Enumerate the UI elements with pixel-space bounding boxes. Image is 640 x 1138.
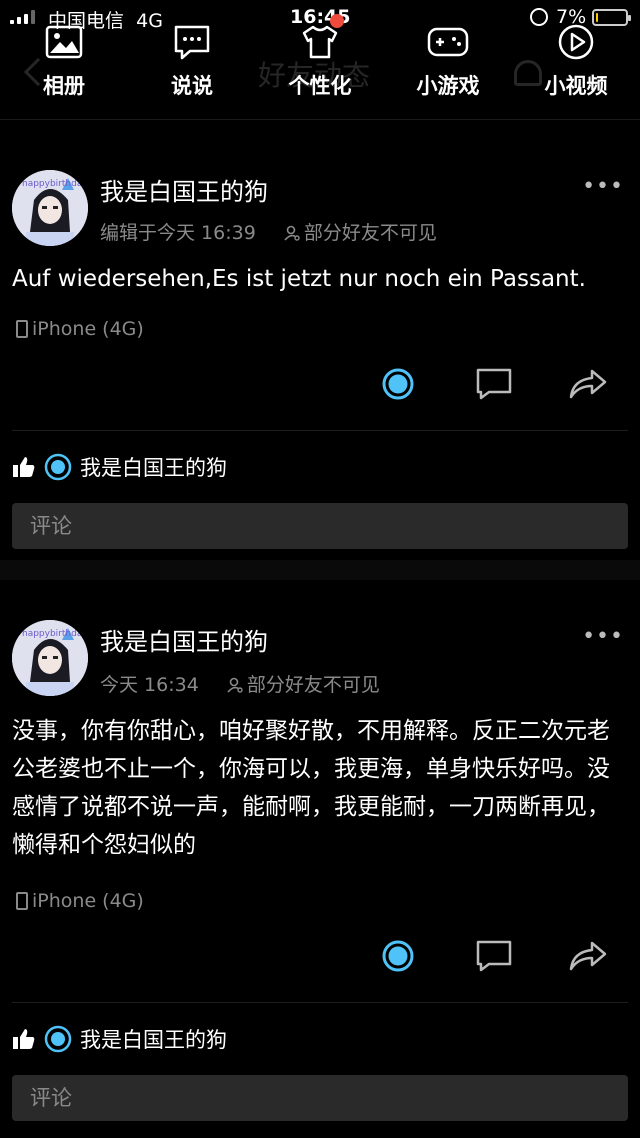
post-text: Auf wiedersehen,Es ist jetzt nur noch ei… — [12, 266, 586, 292]
privacy-user-icon — [227, 677, 243, 693]
post-time: 今天 16:34 — [100, 674, 199, 696]
device-label: iPhone (4G) — [32, 890, 144, 912]
privacy-label: 部分好友不可见 — [246, 674, 380, 696]
play-circle-icon — [558, 24, 594, 60]
device-label: iPhone (4G) — [32, 318, 144, 340]
more-options-icon[interactable]: ••• — [582, 624, 624, 649]
top-nav: 好友动态 相册 说说 个性化 小游戏 小视频 — [0, 0, 640, 120]
like-icon — [382, 368, 414, 400]
post-meta: 编辑于今天 16:39 部分好友不可见 — [100, 218, 437, 245]
nav-photo-album[interactable]: 相册 — [14, 22, 114, 100]
speech-bubble-icon — [174, 25, 210, 60]
privacy-label: 部分好友不可见 — [303, 222, 437, 244]
avatar-image: happybirthday — [12, 170, 88, 246]
post-device: iPhone (4G) — [16, 890, 144, 912]
privacy-indicator: 部分好友不可见 — [284, 222, 437, 244]
post-text: 没事，你有你甜心，咱好聚好散，不用解释。反正二次元老公老婆也不止一个，你海可以，… — [12, 718, 610, 858]
avatar-image: happybirthday — [12, 620, 88, 696]
thumbs-up-icon — [13, 457, 35, 477]
liker-avatar-icon — [44, 1025, 72, 1053]
comment-icon — [476, 940, 512, 972]
divider — [12, 430, 628, 431]
comment-button[interactable] — [474, 364, 514, 404]
comment-button[interactable] — [474, 936, 514, 976]
nav-shuoshuo[interactable]: 说说 — [142, 22, 242, 100]
notification-badge — [330, 14, 344, 28]
feed-separator — [0, 560, 640, 580]
divider — [12, 1002, 628, 1003]
liker-name[interactable]: 我是白国王的狗 — [80, 1024, 227, 1054]
share-icon — [569, 369, 607, 399]
like-icon — [382, 940, 414, 972]
share-button[interactable] — [568, 936, 608, 976]
comment-icon — [476, 368, 512, 400]
thumbs-up-icon — [13, 1029, 35, 1049]
share-button[interactable] — [568, 364, 608, 404]
nav-short-video[interactable]: 小视频 — [526, 22, 626, 100]
likes-row: 我是白国王的狗 — [12, 1024, 227, 1054]
post-author[interactable]: 我是白国王的狗 — [100, 172, 268, 207]
phone-icon — [16, 892, 28, 910]
comment-input[interactable]: 评论 — [12, 1075, 628, 1121]
gamepad-icon — [427, 27, 469, 57]
feed-post: happybirthday 我是白国王的狗 编辑于今天 16:39 部分好友不可… — [0, 150, 640, 550]
likes-row: 我是白国王的狗 — [12, 452, 227, 482]
feed-post: happybirthday 我是白国王的狗 今天 16:34 部分好友不可见 •… — [0, 600, 640, 1138]
post-author[interactable]: 我是白国王的狗 — [100, 622, 268, 657]
nav-label: 小视频 — [544, 74, 608, 98]
avatar[interactable]: happybirthday — [12, 620, 88, 696]
post-meta: 今天 16:34 部分好友不可见 — [100, 670, 380, 697]
nav-label: 说说 — [171, 74, 213, 98]
avatar[interactable]: happybirthday — [12, 170, 88, 246]
like-button[interactable] — [378, 936, 418, 976]
nav-label: 个性化 — [288, 74, 352, 98]
nav-minigames[interactable]: 小游戏 — [398, 22, 498, 100]
more-options-icon[interactable]: ••• — [582, 174, 624, 199]
post-device: iPhone (4G) — [16, 318, 144, 340]
avatar-caption: happybirthday — [22, 629, 88, 639]
liker-avatar-icon — [44, 453, 72, 481]
phone-icon — [16, 320, 28, 338]
avatar-caption: happybirthday — [22, 179, 88, 189]
privacy-user-icon — [284, 225, 300, 241]
nav-personalize[interactable]: 个性化 — [270, 14, 370, 100]
post-time: 编辑于今天 16:39 — [100, 222, 256, 244]
nav-label: 相册 — [43, 74, 85, 98]
privacy-indicator: 部分好友不可见 — [227, 674, 380, 696]
photo-album-icon — [45, 25, 83, 59]
liker-name[interactable]: 我是白国王的狗 — [80, 452, 227, 482]
share-icon — [569, 941, 607, 971]
comment-input[interactable]: 评论 — [12, 503, 628, 549]
nav-label: 小游戏 — [416, 74, 480, 98]
tshirt-icon — [302, 25, 338, 59]
like-button[interactable] — [378, 364, 418, 404]
